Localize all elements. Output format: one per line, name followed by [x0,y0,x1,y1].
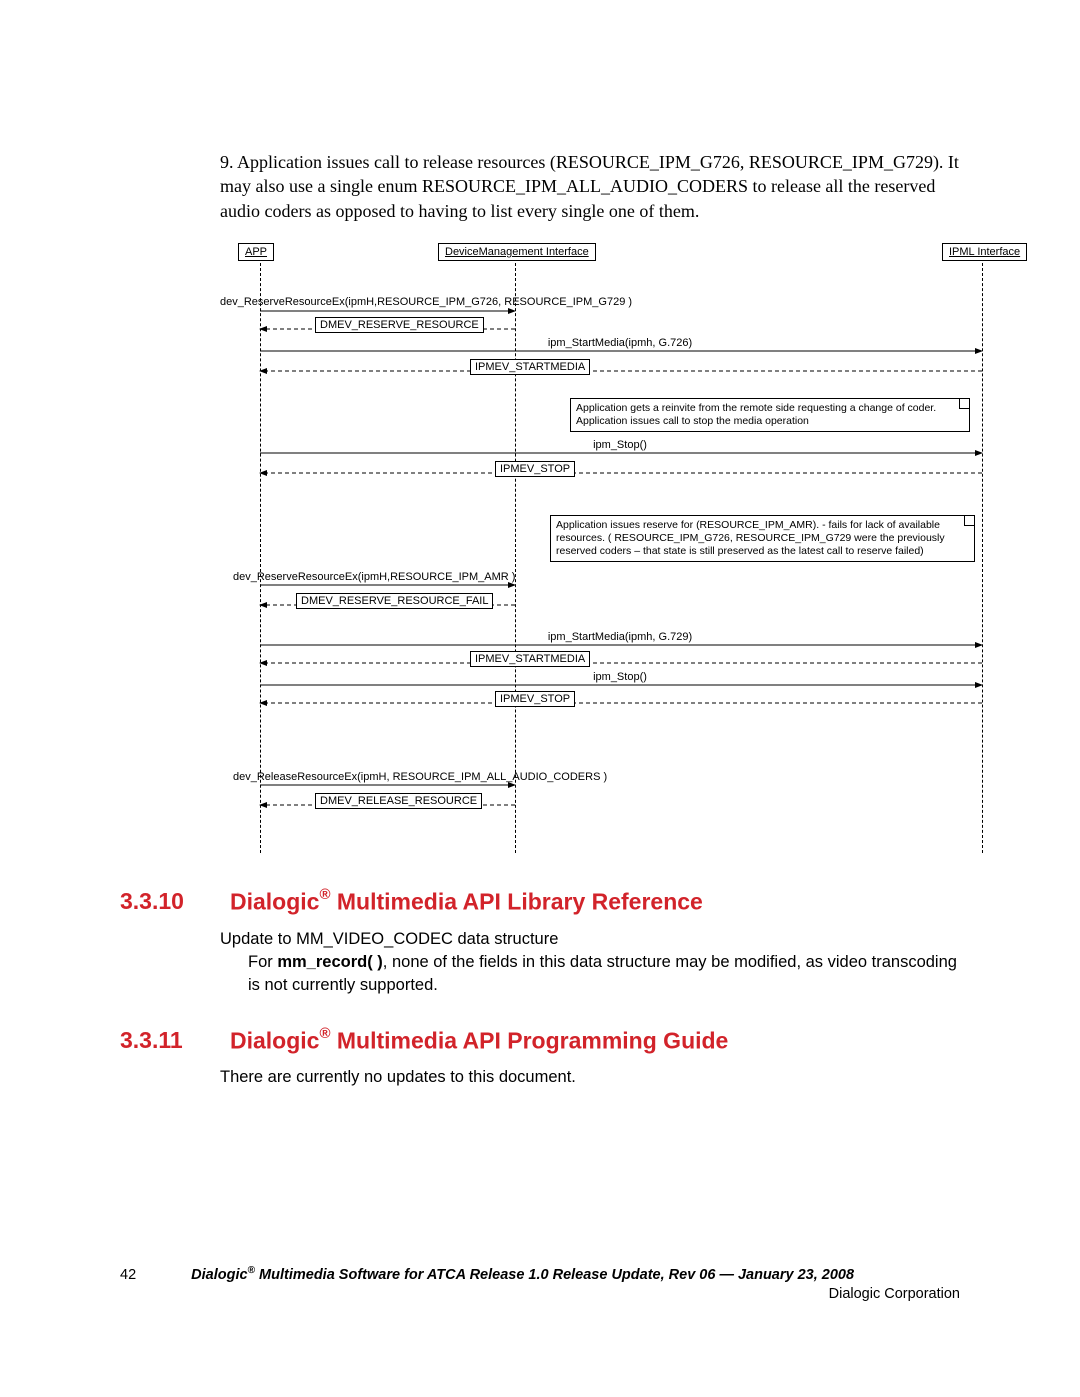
note-reinvite: Application gets a reinvite from the rem… [570,398,970,432]
page-number: 42 [120,1267,136,1283]
event-stop-1: IPMEV_STOP [495,461,575,477]
call-stop-2: ipm_Stop() [490,671,750,683]
lifeline-dmi: DeviceManagement Interface [438,243,596,261]
footer-corp: Dialogic Corporation [120,1286,960,1302]
call-reserve-2: dev_ReserveResourceEx(ipmH,RESOURCE_IPM_… [233,571,515,583]
registered-icon: ® [319,1025,330,1042]
call-stop-1: ipm_Stop() [490,439,750,451]
intro-paragraph: 9. Application issues call to release re… [220,150,960,223]
body-3311: There are currently no updates to this d… [220,1066,960,1089]
heading-num-3311: 3.3.11 [120,1027,190,1055]
line-3310-2: For mm_record( ), none of the fields in … [248,951,960,997]
event-stop-2: IPMEV_STOP [495,691,575,707]
call-release: dev_ReleaseResourceEx(ipmH, RESOURCE_IPM… [233,771,607,783]
call-startmedia-2: ipm_StartMedia(ipmh, G.729) [490,631,750,643]
registered-icon: ® [248,1265,255,1276]
line-3310-1: Update to MM_VIDEO_CODEC data structure [220,928,960,951]
heading-title-3310: Dialogic® Multimedia API Library Referen… [230,888,703,916]
registered-icon: ® [319,886,330,903]
body-3310: Update to MM_VIDEO_CODEC data structure … [220,928,960,997]
heading-num-3310: 3.3.10 [120,888,190,916]
event-startmedia-1: IPMEV_STARTMEDIA [470,359,590,375]
sequence-diagram: APP DeviceManagement Interface IPML Inte… [220,243,1050,863]
event-startmedia-2: IPMEV_STARTMEDIA [470,651,590,667]
footer-doc-title: Dialogic® Multimedia Software for ATCA R… [191,1265,854,1283]
event-release: DMEV_RELEASE_RESOURCE [315,793,482,809]
lifeline-app: APP [238,243,274,261]
lifeline-ipml: IPML Interface [942,243,1027,261]
heading-title-3311: Dialogic® Multimedia API Programming Gui… [230,1027,728,1055]
heading-3-3-10: 3.3.10 Dialogic® Multimedia API Library … [120,888,960,916]
call-startmedia-1: ipm_StartMedia(ipmh, G.726) [490,337,750,349]
event-reserve-fail: DMEV_RESERVE_RESOURCE_FAIL [296,593,493,609]
note-reserve-fail: Application issues reserve for (RESOURCE… [550,515,975,562]
event-reserve-1: DMEV_RESERVE_RESOURCE [315,317,484,333]
call-reserve-1: dev_ReserveResourceEx(ipmH,RESOURCE_IPM_… [220,296,632,308]
page-footer: 42 Dialogic® Multimedia Software for ATC… [120,1265,960,1302]
heading-3-3-11: 3.3.11 Dialogic® Multimedia API Programm… [120,1027,960,1055]
intro-text: 9. Application issues call to release re… [220,152,959,221]
